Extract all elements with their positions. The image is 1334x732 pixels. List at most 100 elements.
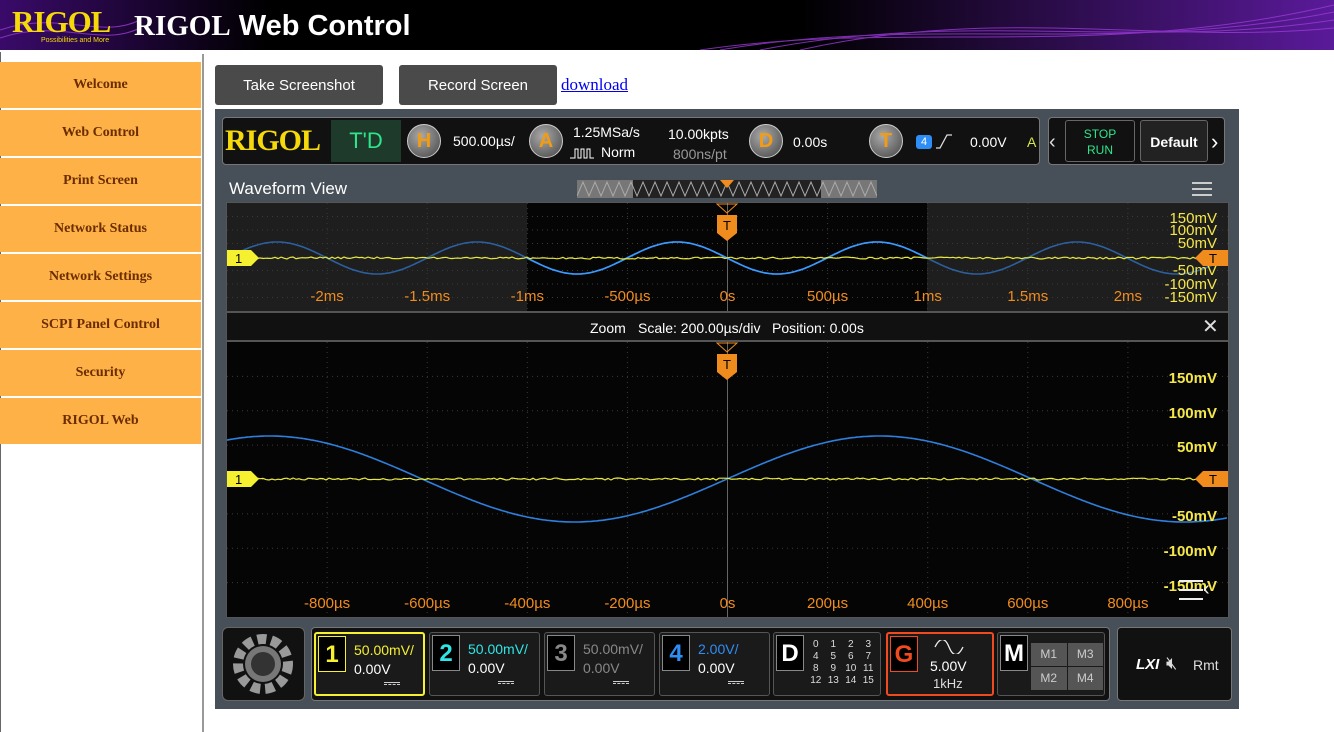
channel-3-box[interactable]: 3 50.00mV/0.00V — [544, 632, 655, 696]
gear-icon — [223, 628, 304, 700]
trigger-source-badge: 4 — [916, 135, 932, 149]
channel-number: 2 — [432, 635, 460, 671]
sidebar-item-network-status[interactable]: Network Status — [0, 206, 201, 252]
logo-tagline: Possibilities and More — [41, 37, 109, 44]
sidebar-item-rigol-web[interactable]: RIGOL Web — [0, 398, 201, 444]
zoom-y-tick-label: -100mV — [1164, 543, 1217, 560]
digital-channel-box[interactable]: D 0 1 2 3 4 5 6 7 8 9 10 11 12 13 14 15 — [773, 632, 881, 696]
app-header: RIGOL Possibilities and More RIGOL Web C… — [0, 0, 1334, 50]
dc-coupling-icon — [728, 681, 744, 684]
digital-bit: 1 — [825, 639, 843, 650]
digital-bit: 10 — [842, 663, 860, 674]
channel-offset: 0.00V — [583, 660, 620, 676]
chevron-right-icon[interactable]: › — [1211, 129, 1218, 155]
chevron-left-icon: ‹ — [1203, 578, 1210, 601]
title-rest: Web Control — [231, 10, 411, 42]
math-m2[interactable]: M2 — [1031, 667, 1067, 690]
trigger-position-label: T — [723, 357, 731, 372]
zoom-waveform-plot: -800µs -600µs -400µs -200µs 0s 200µs 400µs 600µ… — [227, 342, 1228, 617]
acquire-mode: Norm — [601, 144, 635, 160]
status-panel: LXI 🔇︎ Rmt — [1117, 627, 1232, 701]
home-button[interactable] — [222, 627, 305, 701]
mute-icon[interactable]: 🔇︎ — [1166, 653, 1177, 674]
digital-bit: 2 — [842, 639, 860, 650]
horizontal-scale[interactable]: 500.00µs/ — [453, 133, 515, 149]
default-button[interactable]: Default — [1140, 120, 1208, 162]
digital-bit: 6 — [842, 651, 860, 662]
digital-bit: 14 — [842, 675, 860, 686]
digital-bit: 0 — [807, 639, 825, 650]
chevron-left-icon[interactable]: ‹ — [1049, 131, 1056, 154]
sidebar-item-scpi-panel-control[interactable]: SCPI Panel Control — [0, 302, 201, 348]
stop-label: STOP — [1066, 127, 1134, 141]
scope-screen[interactable]: RIGOL T'D H 500.00µs/ A 1.25MSa/s Norm 1… — [215, 109, 1239, 709]
zoom-x-tick-label: -800µs — [304, 595, 350, 612]
math-m1[interactable]: M1 — [1031, 643, 1067, 666]
sidebar-item-print-screen[interactable]: Print Screen — [0, 158, 201, 204]
math-m4[interactable]: M4 — [1068, 667, 1104, 690]
horizontal-icon[interactable]: H — [407, 124, 441, 158]
delay-icon[interactable]: D — [749, 124, 783, 158]
main-x-tick-label: 1ms — [914, 288, 942, 305]
math-box[interactable]: M M1 M3 M2 M4 — [997, 632, 1105, 696]
generator-amplitude: 5.00V — [930, 658, 967, 674]
waveform-view-title: Waveform View — [229, 179, 347, 199]
main-x-tick-label: 1.5ms — [1007, 288, 1048, 305]
dc-coupling-icon — [384, 682, 400, 685]
channel-1-box[interactable]: 1 50.00mV/0.00V — [314, 632, 425, 696]
trigger-level[interactable]: 0.00V — [970, 134, 1007, 150]
main-graticule[interactable]: -2ms -1.5ms -1ms -500µs 0s 500µs 1ms 1.5ms 2ms 1 5… — [226, 202, 1229, 312]
acquire-icon[interactable]: A — [529, 124, 563, 158]
take-screenshot-button[interactable]: Take Screenshot — [215, 65, 383, 105]
channel-4-box[interactable]: 4 2.00V/0.00V — [659, 632, 770, 696]
main-y-tick-label: 50mV — [1178, 235, 1217, 252]
collapse-menu-icon[interactable]: ‹ — [1179, 578, 1215, 604]
trigger-state: A — [1027, 134, 1036, 150]
waveform-overview-strip[interactable] — [577, 180, 877, 198]
zoom-y-tick-label: 50mV — [1177, 439, 1217, 456]
rigol-logo: RIGOL — [12, 4, 110, 40]
sidebar-item-web-control[interactable]: Web Control — [0, 110, 201, 156]
sidebar-item-welcome[interactable]: Welcome — [0, 62, 201, 108]
close-icon[interactable]: ✕ — [1202, 317, 1219, 337]
sidebar-item-security[interactable]: Security — [0, 350, 201, 396]
digital-bit: 12 — [807, 675, 825, 686]
zoom-x-tick-label: 800µs — [1107, 595, 1148, 612]
sidebar-nav: Welcome Web Control Print Screen Network… — [0, 62, 201, 446]
trigger-icon[interactable]: T — [869, 124, 903, 158]
download-link[interactable]: download — [561, 75, 628, 95]
memory-depth: 10.00kpts — [668, 126, 729, 142]
scope-brand-logo: RIGOL — [225, 124, 320, 158]
zoom-position: Position: 0.00s — [772, 320, 864, 336]
run-label: RUN — [1066, 143, 1134, 157]
digital-bit: 5 — [825, 651, 843, 662]
digital-bit: 13 — [825, 675, 843, 686]
channel-2-box[interactable]: 2 50.00mV/0.00V — [429, 632, 540, 696]
math-m3[interactable]: M3 — [1068, 643, 1104, 666]
digital-bit: 3 — [860, 639, 878, 650]
record-screen-button[interactable]: Record Screen — [399, 65, 557, 105]
zoom-x-tick-label: -400µs — [504, 595, 550, 612]
digital-bit: 4 — [807, 651, 825, 662]
zoom-y-tick-label: 150mV — [1169, 370, 1217, 387]
zoom-x-tick-label: 600µs — [1007, 595, 1048, 612]
menu-icon[interactable] — [1192, 181, 1212, 195]
math-grid: M1 M3 M2 M4 — [1031, 643, 1103, 690]
zoom-graticule[interactable]: -800µs -600µs -400µs -200µs 0s 200µs 400µs 600µ… — [226, 341, 1229, 618]
digital-letter: D — [776, 635, 804, 671]
timebase-mode-button[interactable]: T'D — [331, 120, 401, 162]
sidebar-item-network-settings[interactable]: Network Settings — [0, 254, 201, 300]
channel-1-marker-label: 1 — [235, 472, 242, 487]
run-stop-button[interactable]: STOP RUN — [1065, 120, 1135, 162]
zoom-x-tick-label: -600µs — [404, 595, 450, 612]
lxi-icon: LXI — [1136, 656, 1159, 673]
time-per-point: 800ns/pt — [673, 146, 727, 162]
acquire-pulse-icon — [569, 146, 595, 160]
generator-box[interactable]: G 5.00V 1kHz — [886, 632, 994, 696]
channel-1-marker-label: 1 — [235, 251, 242, 266]
delay-value[interactable]: 0.00s — [793, 134, 827, 150]
digital-bit: 9 — [825, 663, 843, 674]
sample-rate: 1.25MSa/s — [573, 124, 640, 140]
digital-bit: 11 — [860, 663, 878, 674]
math-letter: M — [1000, 635, 1028, 671]
